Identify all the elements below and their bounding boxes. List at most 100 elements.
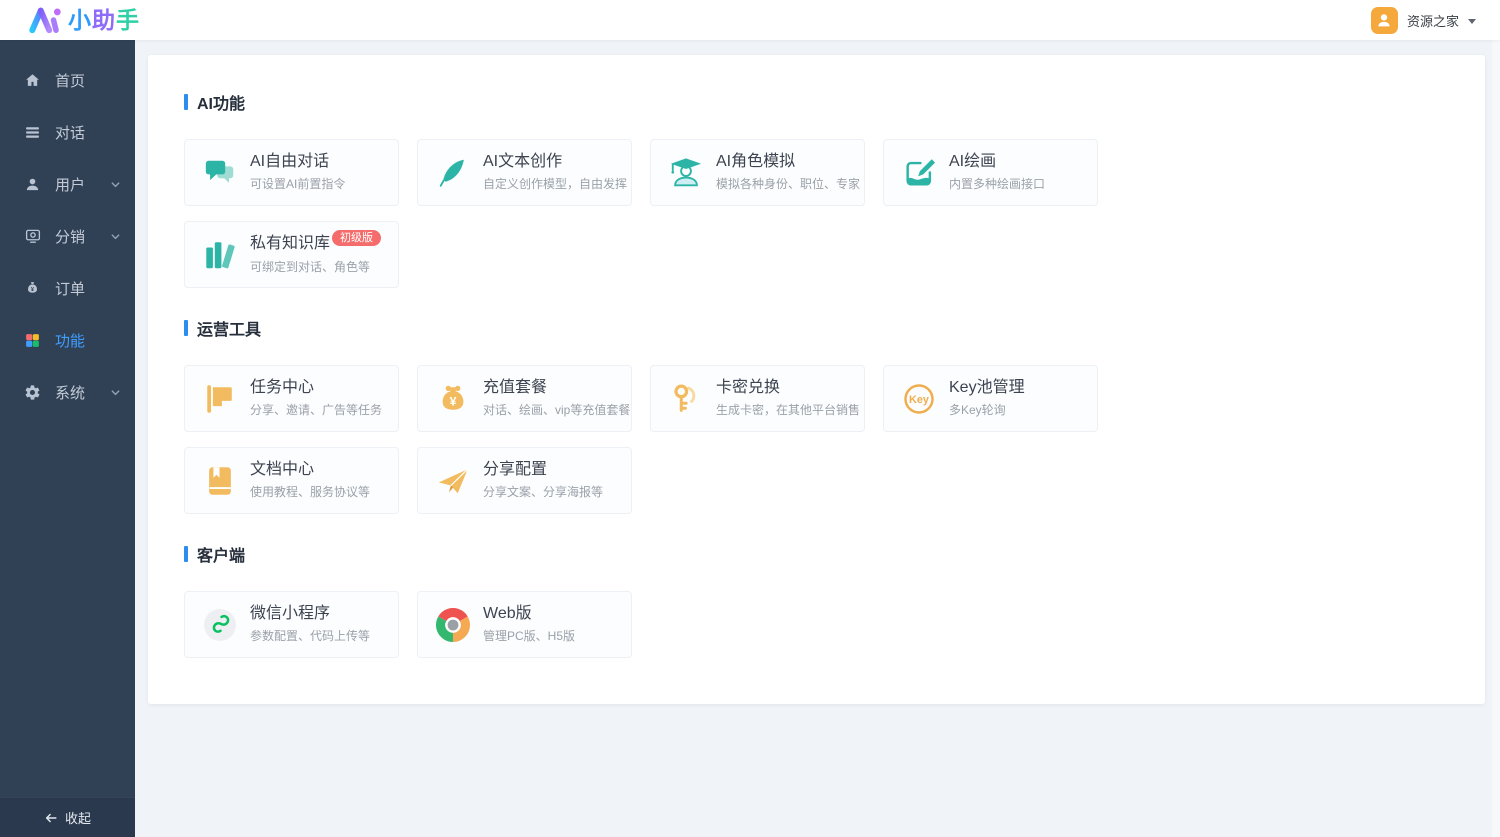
feature-card[interactable]: 卡密兑换生成卡密，在其他平台销售	[650, 365, 865, 432]
ai-logo-mark-icon	[28, 5, 62, 35]
card-title: Key池管理	[949, 379, 1025, 396]
card-text: 任务中心分享、邀请、广告等任务	[250, 379, 382, 419]
section-title: 运营工具	[197, 316, 261, 340]
paper-plane-icon	[434, 462, 472, 500]
card-title: 分享配置	[483, 461, 547, 478]
card-title: AI自由对话	[250, 153, 329, 170]
sidebar-item-home[interactable]: 首页	[0, 54, 135, 106]
sidebar-item-orders[interactable]: ¥订单	[0, 262, 135, 314]
card-text: AI文本创作自定义创作模型，自由发挥	[483, 153, 627, 193]
collapse-label: 收起	[65, 808, 91, 827]
card-grid: 任务中心分享、邀请、广告等任务 ¥ 充值套餐对话、绘画、vip等充值套餐 卡密兑换生成…	[184, 365, 1449, 514]
card-text: 文档中心使用教程、服务协议等	[250, 461, 370, 501]
chevron-down-icon	[110, 387, 121, 398]
card-title: AI绘画	[949, 153, 996, 170]
card-text: AI自由对话可设置AI前置指令	[250, 153, 345, 193]
chevron-down-icon	[110, 231, 121, 242]
section-header: AI功能	[184, 90, 1449, 114]
section-accent-bar	[184, 94, 188, 110]
feature-card[interactable]: 任务中心分享、邀请、广告等任务	[184, 365, 399, 432]
card-text: 卡密兑换生成卡密，在其他平台销售	[716, 379, 860, 419]
sidebar-item-distribution[interactable]: 分销	[0, 210, 135, 262]
sidebar-item-label: 分销	[55, 226, 85, 247]
card-subtitle: 可绑定到对话、角色等	[250, 258, 381, 275]
app-logo[interactable]: 小助手	[28, 5, 140, 35]
card-title: AI角色模拟	[716, 153, 795, 170]
chat-list-icon	[23, 123, 42, 142]
feature-card[interactable]: AI绘画内置多种绘画接口	[883, 139, 1098, 206]
user-icon	[23, 175, 42, 194]
scrollbar[interactable]	[1492, 40, 1500, 837]
section-title: AI功能	[197, 90, 245, 114]
feature-card[interactable]: AI文本创作自定义创作模型，自由发挥	[417, 139, 632, 206]
card-grid: AI自由对话可设置AI前置指令 AI文本创作自定义创作模型，自由发挥 AI角色模拟模…	[184, 139, 1449, 288]
card-subtitle: 多Key轮询	[949, 401, 1025, 418]
card-text: 微信小程序参数配置、代码上传等	[250, 605, 370, 645]
section-accent-bar	[184, 546, 188, 562]
card-title: 微信小程序	[250, 605, 330, 622]
chat-bubbles-icon	[201, 154, 239, 192]
card-subtitle: 管理PC版、H5版	[483, 627, 575, 644]
system-gear-icon	[23, 383, 42, 402]
home-icon	[23, 71, 42, 90]
card-text: Key池管理多Key轮询	[949, 379, 1025, 419]
feature-card[interactable]: 微信小程序参数配置、代码上传等	[184, 591, 399, 658]
card-subtitle: 生成卡密，在其他平台销售	[716, 401, 860, 418]
page-layout: 首页对话用户分销¥订单功能系统 收起 AI功能AI自由对话可设置AI前置指令AI…	[0, 0, 1500, 837]
feature-card[interactable]: AI自由对话可设置AI前置指令	[184, 139, 399, 206]
feature-card[interactable]: KeyKey池管理多Key轮询	[883, 365, 1098, 432]
sidebar-item-label: 对话	[55, 122, 85, 143]
keys-icon	[667, 380, 705, 418]
feature-card[interactable]: AI角色模拟模拟各种身份、职位、专家	[650, 139, 865, 206]
section-title: 客户端	[197, 542, 245, 566]
feature-card[interactable]: ¥ 充值套餐对话、绘画、vip等充值套餐	[417, 365, 632, 432]
card-subtitle: 可设置AI前置指令	[250, 175, 345, 192]
sidebar-item-label: 首页	[55, 70, 85, 91]
sidebar-item-features[interactable]: 功能	[0, 314, 135, 366]
card-text: AI角色模拟模拟各种身份、职位、专家	[716, 153, 860, 193]
sidebar-item-chat[interactable]: 对话	[0, 106, 135, 158]
miniprogram-icon	[201, 606, 239, 644]
card-title: 文档中心	[250, 461, 314, 478]
sidebar-item-users[interactable]: 用户	[0, 158, 135, 210]
feature-card[interactable]: Web版管理PC版、H5版	[417, 591, 632, 658]
card-text: 私有知识库初级版可绑定到对话、角色等	[250, 235, 381, 275]
chevron-down-icon	[110, 179, 121, 190]
section-accent-bar	[184, 320, 188, 336]
card-text: 分享配置分享文案、分享海报等	[483, 461, 603, 501]
card-subtitle: 内置多种绘画接口	[949, 175, 1045, 192]
section-header: 客户端	[184, 542, 1449, 566]
card-title: AI文本创作	[483, 153, 562, 170]
arrow-left-icon	[44, 811, 58, 825]
card-subtitle: 使用教程、服务协议等	[250, 483, 370, 500]
content-panel: AI功能 AI自由对话可设置AI前置指令 AI文本创作自定义创作模型，自由发挥 AI角…	[148, 55, 1485, 704]
sidebar-collapse-button[interactable]: 收起	[0, 797, 135, 837]
user-avatar-icon	[1371, 7, 1398, 34]
svg-text:¥: ¥	[450, 394, 457, 408]
graduate-icon	[667, 154, 705, 192]
section-header: 运营工具	[184, 316, 1449, 340]
card-subtitle: 对话、绘画、vip等充值套餐	[483, 401, 630, 418]
card-text: 充值套餐对话、绘画、vip等充值套餐	[483, 379, 630, 419]
card-title: 任务中心	[250, 379, 314, 396]
card-subtitle: 参数配置、代码上传等	[250, 627, 370, 644]
card-title: 卡密兑换	[716, 379, 780, 396]
features-grid-icon	[23, 331, 42, 350]
feature-card[interactable]: 文档中心使用教程、服务协议等	[184, 447, 399, 514]
version-badge: 初级版	[332, 230, 381, 246]
feature-card[interactable]: 分享配置分享文案、分享海报等	[417, 447, 632, 514]
chrome-icon	[434, 606, 472, 644]
sidebar-item-label: 系统	[55, 382, 85, 403]
sidebar-item-system[interactable]: 系统	[0, 366, 135, 418]
card-subtitle: 分享文案、分享海报等	[483, 483, 603, 500]
distribution-icon	[23, 227, 42, 246]
user-menu[interactable]: 资源之家	[1371, 7, 1476, 34]
order-bag-icon: ¥	[23, 279, 42, 298]
sidebar-item-label: 功能	[55, 330, 85, 351]
card-grid: 微信小程序参数配置、代码上传等 Web版管理PC版、H5版	[184, 591, 1449, 658]
money-bag-icon: ¥	[434, 380, 472, 418]
card-text: Web版管理PC版、H5版	[483, 605, 575, 645]
sidebar-item-label: 用户	[55, 174, 85, 195]
feature-card[interactable]: 私有知识库初级版可绑定到对话、角色等	[184, 221, 399, 288]
sidebar: 首页对话用户分销 ¥订单功能系统 收起	[0, 40, 135, 837]
